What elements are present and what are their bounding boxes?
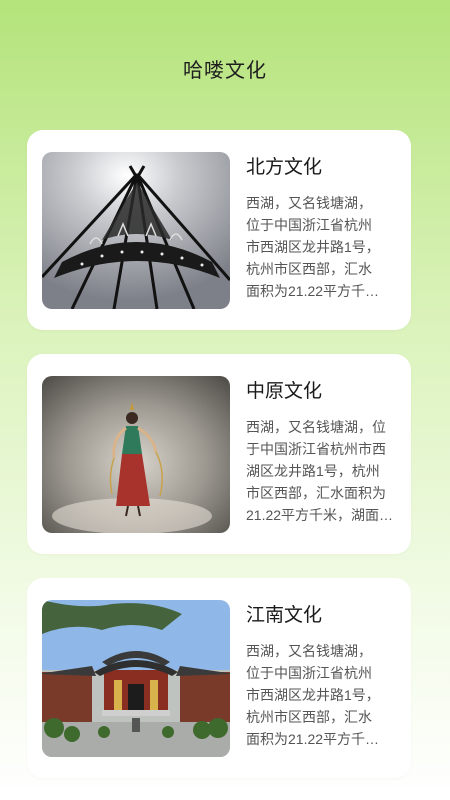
culture-card-central[interactable]: 中原文化 西湖，又名钱塘湖，位 于中国浙江省杭州市西 湖区龙井路1号，杭州 市区… [27, 354, 411, 554]
north-culture-image [42, 152, 230, 309]
culture-card-north[interactable]: 北方文化 西湖，又名钱塘湖， 位于中国浙江省杭州 市西湖区龙井路1号， 杭州市区… [27, 130, 411, 330]
jiangnan-culture-image [42, 600, 230, 757]
card-description: 西湖，又名钱塘湖， 位于中国浙江省杭州 市西湖区龙井路1号， 杭州市区西部，汇水… [246, 643, 380, 747]
card-title: 中原文化 [246, 381, 323, 402]
page-title: 哈喽文化 [183, 60, 267, 82]
central-culture-image [42, 376, 230, 533]
card-title: 江南文化 [246, 605, 323, 626]
card-title: 北方文化 [246, 157, 323, 178]
card-description: 西湖，又名钱塘湖， 位于中国浙江省杭州 市西湖区龙井路1号， 杭州市区西部，汇水… [246, 195, 380, 299]
card-description: 西湖，又名钱塘湖，位 于中国浙江省杭州市西 湖区龙井路1号，杭州 市区西部，汇水… [246, 419, 394, 523]
culture-card-jiangnan[interactable]: 江南文化 西湖，又名钱塘湖， 位于中国浙江省杭州 市西湖区龙井路1号， 杭州市区… [27, 578, 411, 778]
